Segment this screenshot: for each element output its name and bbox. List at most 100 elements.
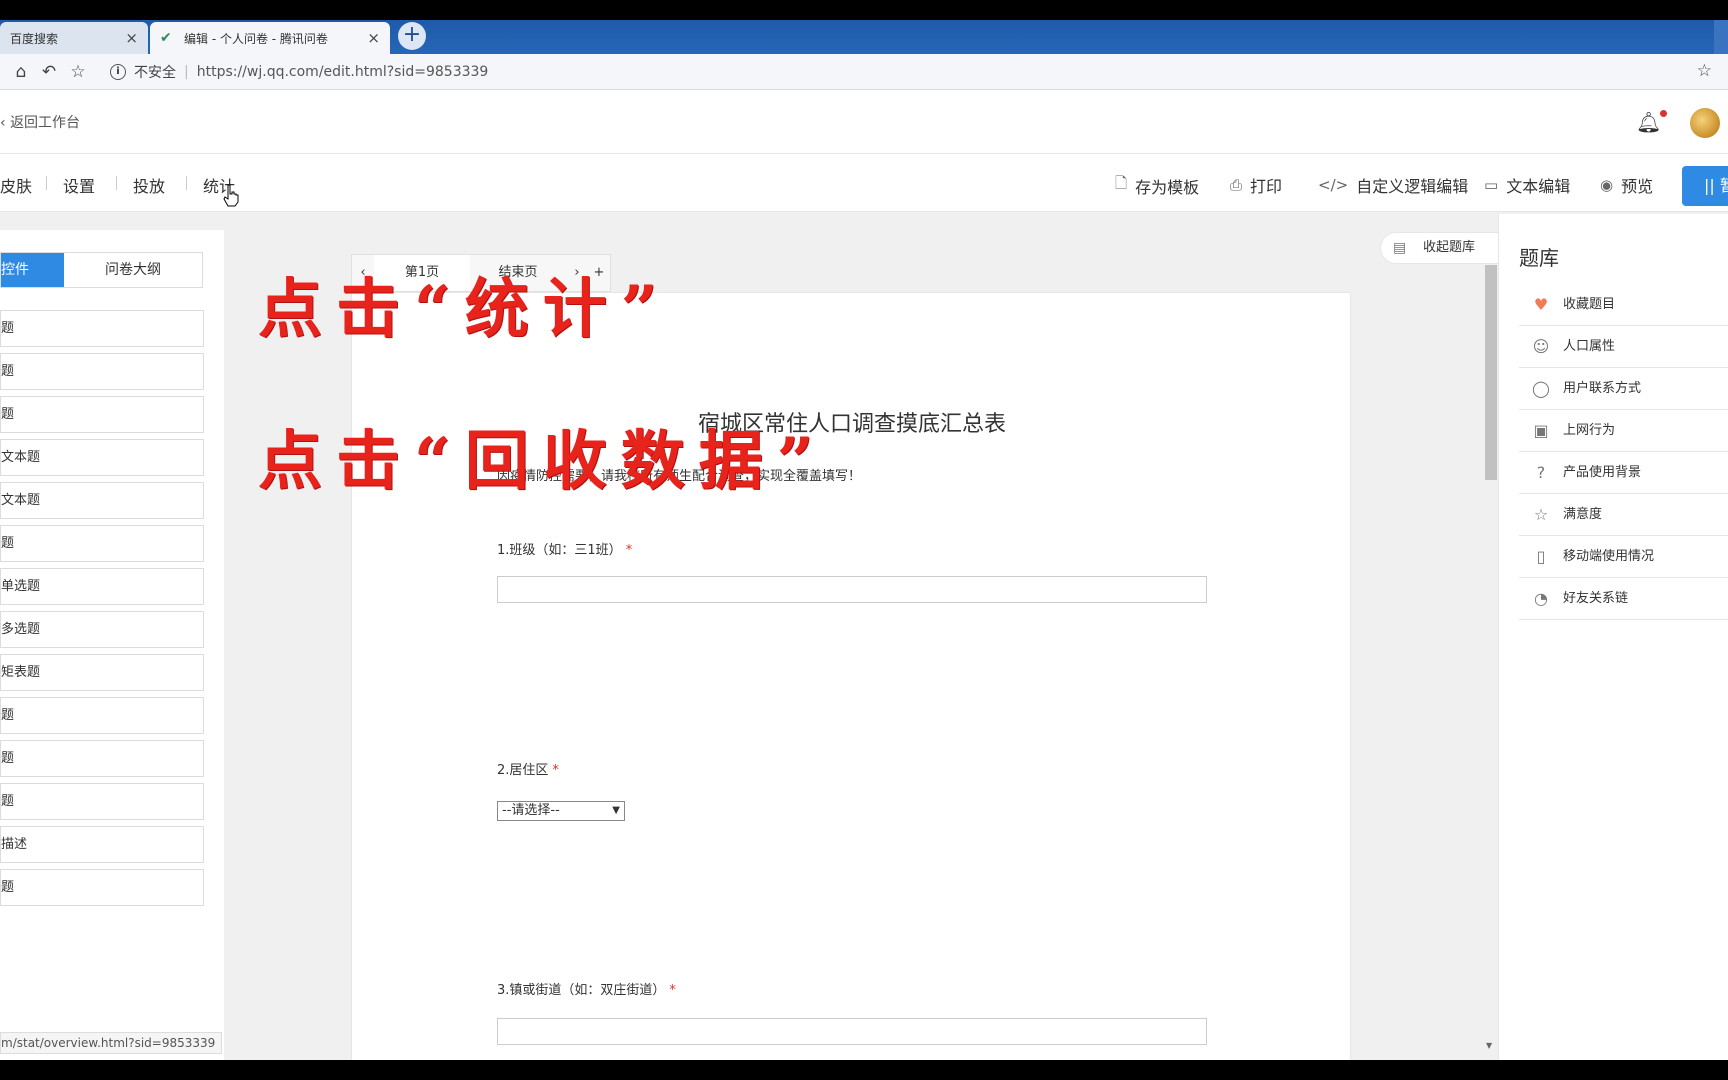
required-mark: * bbox=[669, 983, 676, 998]
question-2-select[interactable]: --请选择-- ▼ bbox=[497, 801, 625, 821]
control-item[interactable]: 题 bbox=[0, 697, 204, 734]
chat-icon: ◯ bbox=[1532, 379, 1550, 398]
bank-item-mobile-usage[interactable]: ▯ 移动端使用情况 bbox=[1519, 536, 1728, 578]
control-item[interactable]: 单选题 bbox=[0, 568, 204, 605]
tab-skin[interactable]: 皮肤 bbox=[0, 173, 32, 197]
new-tab-button[interactable]: + bbox=[398, 22, 426, 50]
bank-item-satisfaction[interactable]: ☆ 满意度 bbox=[1519, 494, 1728, 536]
close-icon[interactable]: × bbox=[367, 29, 380, 47]
bank-item-favorites[interactable]: ♥ 收藏题目 bbox=[1519, 284, 1728, 326]
question-2-label[interactable]: 2.居住区 * bbox=[497, 759, 559, 778]
question-1-input[interactable] bbox=[497, 576, 1207, 603]
question-3-label[interactable]: 3.镇或街道（如：双庄街道） * bbox=[497, 979, 676, 998]
home-icon[interactable]: ⌂ bbox=[10, 61, 32, 83]
print-button[interactable]: ⎙ 打印 bbox=[1230, 173, 1282, 197]
tab-distribute[interactable]: 投放 bbox=[133, 173, 165, 197]
control-item[interactable]: 题 bbox=[0, 525, 204, 562]
browser-tab-edit[interactable]: ✔ 编辑 - 个人问卷 - 腾讯问卷 × bbox=[150, 22, 390, 54]
control-item[interactable]: 题 bbox=[0, 869, 204, 906]
control-item[interactable]: 多选题 bbox=[0, 611, 204, 648]
control-item[interactable]: 题 bbox=[0, 353, 204, 390]
tab-controls[interactable]: 控件 bbox=[1, 253, 64, 287]
bank-item-online-behavior[interactable]: ▣ 上网行为 bbox=[1519, 410, 1728, 452]
control-item[interactable]: 题 bbox=[0, 783, 204, 820]
control-item[interactable]: 题 bbox=[0, 310, 204, 347]
bank-item-label: 收藏题目 bbox=[1563, 297, 1616, 312]
print-label: 打印 bbox=[1250, 177, 1283, 196]
url-field[interactable]: i 不安全 | https://wj.qq.com/edit.html?sid=… bbox=[110, 59, 1710, 85]
divider bbox=[46, 176, 47, 190]
control-item[interactable]: 描述 bbox=[0, 826, 204, 863]
favorite-star-icon[interactable]: ☆ bbox=[67, 61, 89, 83]
undo-icon[interactable]: ↶ bbox=[38, 61, 60, 83]
bank-item-contact[interactable]: ◯ 用户联系方式 bbox=[1519, 368, 1728, 410]
text-edit-label: 文本编辑 bbox=[1506, 177, 1571, 196]
app-header: ‹ 返回工作台 🔔︎ bbox=[0, 90, 1728, 154]
browser-tab-bar: 百度搜索 × ✔ 编辑 - 个人问卷 - 腾讯问卷 × + bbox=[0, 20, 1728, 54]
link-icon: ◔ bbox=[1534, 589, 1548, 608]
preview-button[interactable]: ◉ 预览 bbox=[1600, 173, 1653, 197]
bank-item-friend-chain[interactable]: ◔ 好友关系链 bbox=[1519, 578, 1728, 620]
bell-icon[interactable]: 🔔︎ bbox=[1636, 110, 1668, 134]
chevron-down-icon: ▼ bbox=[612, 805, 620, 816]
page: ‹ 返回工作台 🔔︎ 皮肤 设置 投放 统计 🗋 存为模板 ⎙ 打印 </> 自定义逻… bbox=[0, 90, 1728, 1060]
preview-label: 预览 bbox=[1621, 177, 1654, 196]
code-icon: </> bbox=[1318, 176, 1349, 194]
print-icon: ⎙ bbox=[1230, 176, 1243, 194]
save-template-label: 存为模板 bbox=[1135, 177, 1200, 197]
control-item[interactable]: 题 bbox=[0, 740, 204, 777]
bank-item-label: 人口属性 bbox=[1563, 339, 1616, 354]
avatar[interactable] bbox=[1690, 108, 1720, 138]
control-item[interactable]: 矩表题 bbox=[0, 654, 204, 691]
screen: 百度搜索 × ✔ 编辑 - 个人问卷 - 腾讯问卷 × + ⌂ ↶ ☆ i 不安… bbox=[0, 0, 1728, 1080]
divider bbox=[116, 176, 117, 190]
custom-logic-edit-button[interactable]: </> 自定义逻辑编辑 bbox=[1318, 173, 1468, 197]
text-edit-button[interactable]: ▭ 文本编辑 bbox=[1484, 173, 1570, 197]
editor-toolbar: 皮肤 设置 投放 统计 🗋 存为模板 ⎙ 打印 </> 自定义逻辑编辑 ▭ 文本编辑 ◉… bbox=[0, 154, 1728, 212]
required-mark: * bbox=[625, 543, 633, 558]
bank-item-product-background[interactable]: ? 产品使用背景 bbox=[1519, 452, 1728, 494]
back-to-workbench-link[interactable]: ‹ 返回工作台 bbox=[0, 112, 80, 132]
bookmark-star-icon[interactable]: ☆ bbox=[1697, 61, 1712, 81]
collapse-label: 收起题库 bbox=[1423, 240, 1476, 255]
tab-outline[interactable]: 问卷大纲 bbox=[64, 253, 202, 287]
question-text: 3.镇或街道（如：双庄街道） bbox=[497, 983, 666, 998]
status-bar-url: m/stat/overview.html?sid=9853339 bbox=[0, 1032, 223, 1054]
hand-cursor-icon bbox=[223, 184, 239, 207]
question-bank-title: 题库 bbox=[1519, 246, 1559, 270]
control-item[interactable]: 文本题 bbox=[0, 482, 204, 519]
question-1-label[interactable]: 1.班级（如：三1班） * bbox=[497, 539, 632, 558]
bank-item-label: 满意度 bbox=[1563, 507, 1603, 522]
close-icon[interactable]: × bbox=[125, 29, 138, 47]
bank-item-demographics[interactable]: ☺ 人口属性 bbox=[1519, 326, 1728, 368]
select-value: --请选择-- bbox=[502, 803, 560, 818]
publish-button[interactable]: || 暂 bbox=[1682, 166, 1728, 206]
scrollbar-thumb[interactable] bbox=[1485, 265, 1497, 480]
tab-settings[interactable]: 设置 bbox=[63, 173, 95, 197]
browser-tab-baidu[interactable]: 百度搜索 × bbox=[0, 22, 148, 54]
url-separator: | bbox=[184, 64, 189, 80]
survey-canvas: 宿城区常住人口调查摸底汇总表 因疫情防控需要，请我校所有师生配合调查，实现全覆盖… bbox=[351, 292, 1351, 1060]
annotation-click-collect-data: 点击“回收数据” bbox=[258, 424, 828, 499]
window-icon: ▣ bbox=[1533, 421, 1549, 440]
required-mark: * bbox=[552, 763, 559, 778]
save-template-button[interactable]: 🗋 存为模板 bbox=[1115, 173, 1199, 198]
url-text[interactable]: https://wj.qq.com/edit.html?sid=9853339 bbox=[197, 64, 489, 80]
control-item[interactable]: 文本题 bbox=[0, 439, 204, 476]
control-item[interactable]: 题 bbox=[0, 396, 204, 433]
question-3-input[interactable] bbox=[497, 1018, 1207, 1045]
star-icon: ☆ bbox=[1533, 505, 1549, 524]
eye-icon: ◉ bbox=[1600, 176, 1614, 194]
heart-icon: ♥ bbox=[1533, 295, 1549, 314]
window-control[interactable] bbox=[1714, 20, 1728, 54]
tab-title: 百度搜索 bbox=[10, 31, 59, 46]
info-icon[interactable]: i bbox=[110, 64, 126, 80]
bank-item-label: 移动端使用情况 bbox=[1563, 549, 1655, 564]
bank-item-label: 上网行为 bbox=[1563, 423, 1616, 438]
collapse-question-bank-button[interactable]: ▤ 收起题库 bbox=[1380, 232, 1500, 264]
bank-item-label: 产品使用背景 bbox=[1563, 465, 1642, 480]
question-text: 2.居住区 bbox=[497, 763, 549, 778]
scroll-down-arrow-icon[interactable]: ▼ bbox=[1486, 1041, 1492, 1050]
bank-item-label: 用户联系方式 bbox=[1563, 381, 1642, 396]
divider bbox=[186, 176, 187, 190]
